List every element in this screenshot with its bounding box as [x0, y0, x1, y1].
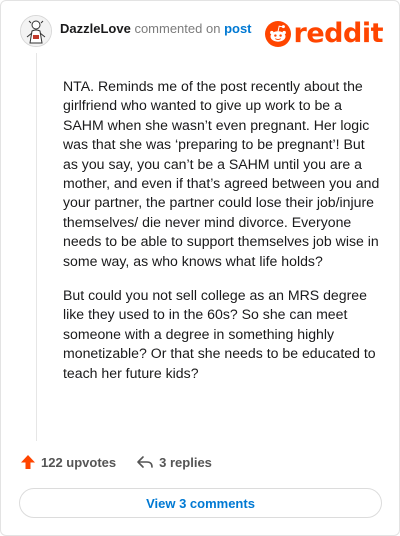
comment-byline: DazzleLove commented on post	[60, 21, 252, 37]
reply-arrow-icon	[137, 456, 153, 468]
reddit-logo[interactable]: reddit	[264, 18, 384, 49]
avatar-figure-icon	[21, 16, 51, 46]
comment-card: DazzleLove commented on post reddit NTA.…	[0, 0, 400, 536]
reply-button[interactable]: 3 replies	[136, 454, 212, 470]
post-link[interactable]: post	[224, 21, 251, 36]
view-comments-button[interactable]: View 3 comments	[19, 488, 382, 518]
thread-line[interactable]	[36, 53, 37, 441]
comment-body: NTA. Reminds me of the post recently abo…	[63, 77, 381, 398]
username-link[interactable]: DazzleLove	[60, 21, 131, 36]
comment-actions: 122 upvotes 3 replies	[20, 454, 212, 470]
comment-paragraph: But could you not sell college as an MRS…	[63, 287, 376, 381]
upvote-count: 122 upvotes	[41, 454, 117, 470]
commented-on-text: commented on	[134, 21, 221, 36]
reddit-wordmark: reddit	[293, 18, 384, 49]
comment-paragraph: NTA. Reminds me of the post recently abo…	[63, 78, 380, 269]
upvote-button[interactable]: 122 upvotes	[20, 454, 116, 470]
upvote-arrow-icon	[21, 455, 35, 469]
reddit-snoo-icon	[264, 21, 291, 47]
reply-count: 3 replies	[159, 454, 212, 470]
comment-header: DazzleLove commented on post	[20, 15, 252, 47]
user-avatar[interactable]	[20, 15, 52, 47]
